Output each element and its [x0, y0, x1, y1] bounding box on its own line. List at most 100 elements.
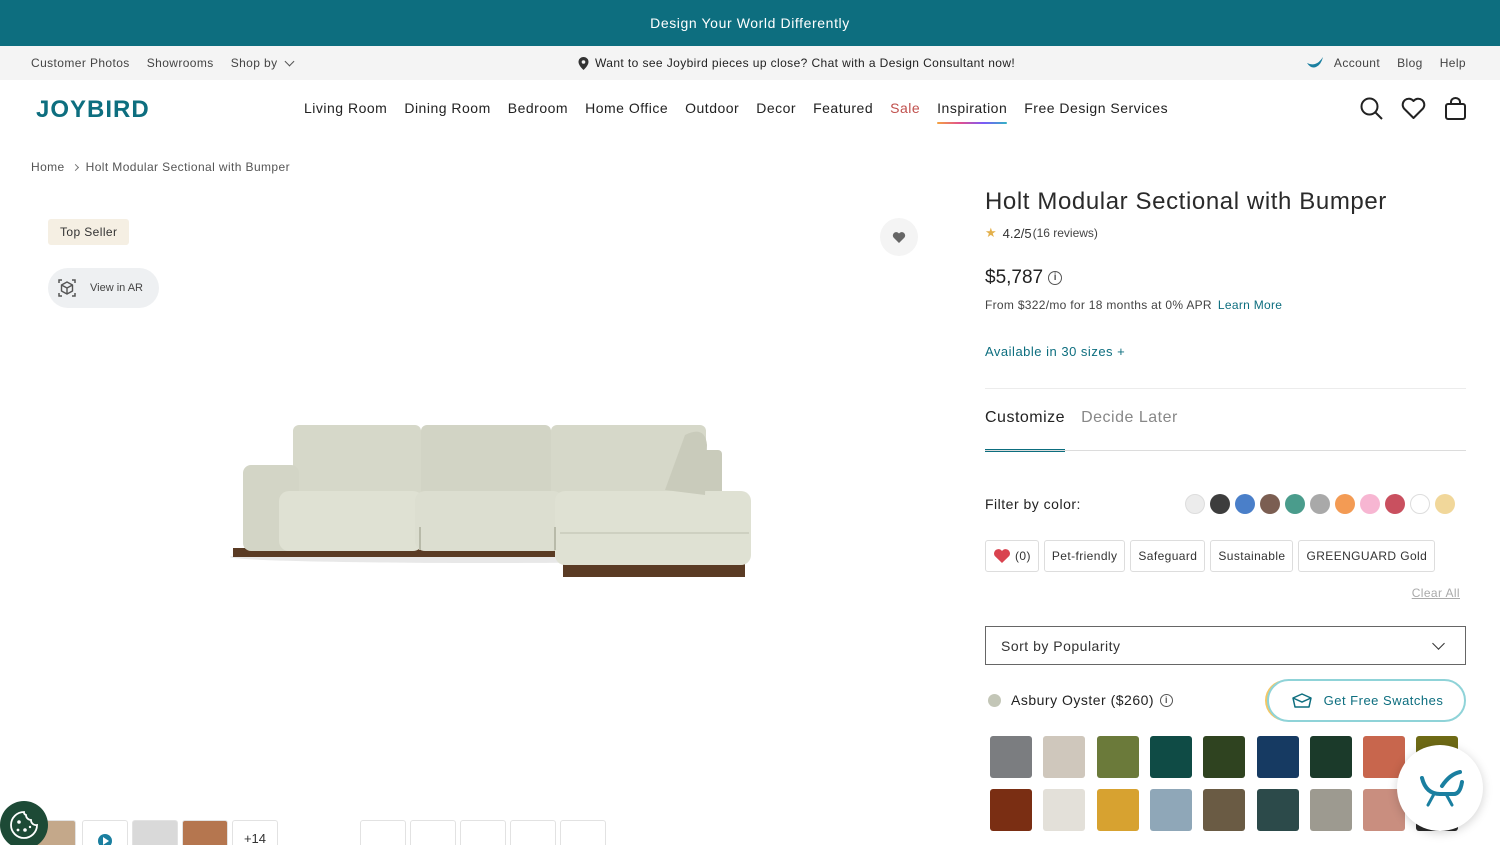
fabric-swatch[interactable]: [1309, 789, 1352, 831]
color-filter-pink[interactable]: [1360, 494, 1380, 514]
color-filter-yellow[interactable]: [1435, 494, 1455, 514]
config-thumbnail-5[interactable]: [560, 820, 606, 845]
search-icon[interactable]: [1359, 96, 1384, 121]
favorite-heart-button[interactable]: [880, 218, 918, 256]
product-details: Holt Modular Sectional with Bumper ★ 4.2…: [985, 185, 1466, 831]
chat-consultant-link[interactable]: Want to see Joybird pieces up close? Cha…: [578, 46, 1015, 80]
thumbnail-video[interactable]: [82, 820, 128, 845]
sort-select[interactable]: Sort by Popularity: [985, 626, 1466, 665]
nav-dining-room[interactable]: Dining Room: [404, 100, 490, 116]
nav-links: Living Room Dining Room Bedroom Home Off…: [304, 100, 1168, 124]
nav-icons: [1359, 96, 1468, 121]
config-thumbnail-3[interactable]: [460, 820, 506, 845]
nav-inspiration[interactable]: Inspiration: [937, 100, 1008, 124]
info-icon[interactable]: i: [1048, 271, 1063, 285]
fabric-swatch[interactable]: [1309, 736, 1352, 778]
chat-widget-button[interactable]: [1397, 745, 1483, 831]
customize-tabs: Customize Decide Later: [985, 409, 1178, 452]
nav-outdoor[interactable]: Outdoor: [685, 100, 739, 116]
nav-living-room[interactable]: Living Room: [304, 100, 387, 116]
color-filter-orange[interactable]: [1335, 494, 1355, 514]
tabs-divider: [985, 450, 1466, 451]
color-filter-white[interactable]: [1410, 494, 1430, 514]
chevron-down-icon: [284, 56, 294, 67]
thumbnail-more[interactable]: +14: [232, 820, 278, 845]
selected-fabric-name: Asbury Oyster ($260): [1011, 692, 1155, 708]
breadcrumb-home[interactable]: Home: [31, 160, 65, 174]
filter-chips: (0) Pet-friendly Safeguard Sustainable G…: [985, 540, 1436, 572]
showrooms-link[interactable]: Showrooms: [147, 56, 214, 70]
nav-decor[interactable]: Decor: [756, 100, 796, 116]
utility-bar: Customer Photos Showrooms Shop by Want t…: [0, 46, 1500, 80]
color-filter-teal[interactable]: [1285, 494, 1305, 514]
fabric-swatch[interactable]: [1096, 789, 1139, 831]
color-filter-charcoal[interactable]: [1210, 494, 1230, 514]
greenguard-gold-chip[interactable]: GREENGUARD Gold: [1298, 540, 1436, 572]
fabric-swatch[interactable]: [1149, 789, 1192, 831]
blog-link[interactable]: Blog: [1397, 56, 1423, 70]
color-filter-brown[interactable]: [1260, 494, 1280, 514]
nav-featured[interactable]: Featured: [813, 100, 873, 116]
color-filter-gray[interactable]: [1310, 494, 1330, 514]
fabric-swatch[interactable]: [1203, 789, 1246, 831]
get-free-swatches-button[interactable]: Get Free Swatches: [1267, 679, 1466, 722]
wishlist-heart-icon[interactable]: [1401, 96, 1426, 121]
sustainable-chip[interactable]: Sustainable: [1210, 540, 1294, 572]
joybird-logo[interactable]: JOYBIRD: [36, 96, 150, 124]
learn-more-link[interactable]: Learn More: [1218, 298, 1282, 312]
color-filter-blue[interactable]: [1235, 494, 1255, 514]
config-thumbnail-4[interactable]: [510, 820, 556, 845]
chat-consultant-text: Want to see Joybird pieces up close? Cha…: [595, 56, 1016, 70]
location-pin-icon: [578, 56, 589, 70]
fabric-swatch[interactable]: [990, 736, 1032, 778]
divider: [985, 388, 1466, 389]
fabric-swatch[interactable]: [1203, 736, 1246, 778]
config-thumbnail-2[interactable]: [410, 820, 456, 845]
favorites-chip[interactable]: (0): [985, 540, 1039, 572]
available-sizes-link[interactable]: Available in 30 sizes +: [985, 344, 1125, 359]
fabric-swatch[interactable]: [1043, 736, 1086, 778]
breadcrumb-current: Holt Modular Sectional with Bumper: [85, 160, 290, 174]
fabric-swatch[interactable]: [1149, 736, 1192, 778]
financing-text: From $322/mo for 18 months at 0% APR: [985, 298, 1212, 312]
favorites-count: (0): [1015, 549, 1031, 563]
tab-customize[interactable]: Customize: [985, 409, 1066, 452]
cart-bag-icon[interactable]: [1443, 96, 1468, 121]
fabric-swatch[interactable]: [1043, 789, 1086, 831]
product-image-sofa: [230, 425, 751, 577]
ar-cube-icon: [58, 279, 76, 297]
color-filter-white-gray[interactable]: [1185, 494, 1205, 514]
nav-sale[interactable]: Sale: [890, 100, 920, 116]
rating[interactable]: ★ 4.2/5 (16 reviews): [985, 225, 1098, 241]
fabric-swatch[interactable]: [1256, 736, 1299, 778]
cookie-settings-button[interactable]: [0, 801, 48, 845]
breadcrumb: Home Holt Modular Sectional with Bumper: [31, 160, 290, 174]
chevron-right-icon: [71, 163, 79, 171]
clear-all-link[interactable]: Clear All: [1412, 586, 1460, 600]
fabric-swatch[interactable]: [1096, 736, 1139, 778]
safeguard-chip[interactable]: Safeguard: [1130, 540, 1206, 572]
info-icon[interactable]: i: [1160, 693, 1174, 707]
fabric-swatch[interactable]: [1256, 789, 1299, 831]
nav-home-office[interactable]: Home Office: [585, 100, 668, 116]
financing-info: From $322/mo for 18 months at 0% APR Lear…: [985, 298, 1282, 312]
nav-free-design-services[interactable]: Free Design Services: [1024, 100, 1168, 116]
nav-bedroom[interactable]: Bedroom: [508, 100, 568, 116]
fabric-swatch[interactable]: [1363, 736, 1406, 778]
selected-fabric-dot: [988, 693, 1001, 707]
view-in-ar-button[interactable]: View in AR: [48, 268, 159, 308]
config-thumbnail-1[interactable]: [360, 820, 406, 845]
thumbnail-3[interactable]: [132, 820, 178, 845]
help-link[interactable]: Help: [1440, 56, 1466, 70]
pet-friendly-chip[interactable]: Pet-friendly: [1043, 540, 1126, 572]
shop-by-dropdown[interactable]: Shop by: [231, 56, 294, 70]
tab-decide-later[interactable]: Decide Later: [1081, 409, 1178, 427]
customer-photos-link[interactable]: Customer Photos: [31, 56, 130, 70]
filter-by-color-label: Filter by color:: [985, 496, 1081, 512]
selected-fabric: Asbury Oyster ($260) i: [988, 692, 1174, 708]
color-filter-red[interactable]: [1385, 494, 1405, 514]
thumbnail-4[interactable]: [182, 820, 228, 845]
promo-banner[interactable]: Design Your World Differently: [0, 0, 1500, 46]
fabric-swatch[interactable]: [990, 789, 1032, 831]
account-link[interactable]: Account: [1306, 56, 1380, 70]
